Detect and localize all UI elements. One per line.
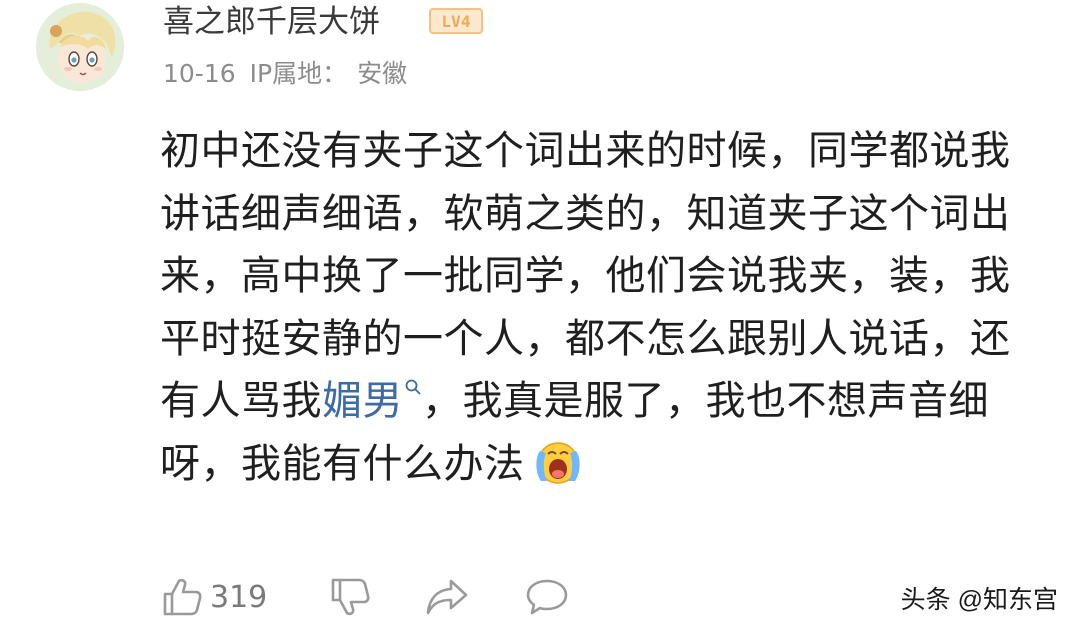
search-icon [405,379,421,395]
comment-date: 10-16 [163,59,236,88]
comment-body: 初中还没有夹子这个词出来的时候，同学都说我 讲话细声细语，软萌之类的，知道夹子这… [160,120,1040,495]
thumbs-up-icon [163,578,202,616]
ip-location: 安徽 [357,59,408,88]
comment-line-with-emoji: 呀，我能有什么办法 [160,433,1040,496]
comment-line-with-link: 有人骂我媚男 ，我真是服了，我也不想声音细 [160,370,1040,433]
comment-line: 平时挺安静的一个人，都不怎么跟别人说话，还 [160,315,1011,362]
comment-text: 呀，我能有什么办法 [160,440,525,487]
reply-button[interactable] [524,572,570,622]
watermark: 头条 @知东宫 [900,586,1058,614]
level-badge-text: LV4 [442,12,471,31]
avatar[interactable] [36,3,124,91]
username[interactable]: 喜之郎千层大饼 [163,0,380,44]
comment-line: 来，高中换了一批同学，他们会说我夹，装，我 [160,253,1011,299]
crying-emoji-icon [535,441,580,484]
level-badge: LV4 [429,8,483,34]
share-icon [426,579,468,615]
share-button[interactable] [424,572,470,622]
thumbs-down-icon [331,578,370,616]
comment-text: 有人骂我 [160,378,322,424]
ip-label: IP属地： [249,59,348,88]
anime-avatar-image [36,3,124,91]
comment-line: 讲话细声细语，软萌之类的，知道夹子这个词出 [160,190,1011,237]
comment-line: 初中还没有夹子这个词出来的时候，同学都说我 [160,128,1011,174]
like-button[interactable]: 319 [160,572,267,622]
keyword-link-text: 媚男 [322,378,403,424]
dislike-button[interactable] [328,572,372,622]
keyword-search-link[interactable]: 媚男 [322,378,422,424]
comment-text: ，我真是服了，我也不想声音细 [422,378,989,424]
comment-meta: 10-16 IP属地： 安徽 [163,56,407,92]
like-count: 319 [210,579,268,615]
comment-icon [526,579,568,615]
